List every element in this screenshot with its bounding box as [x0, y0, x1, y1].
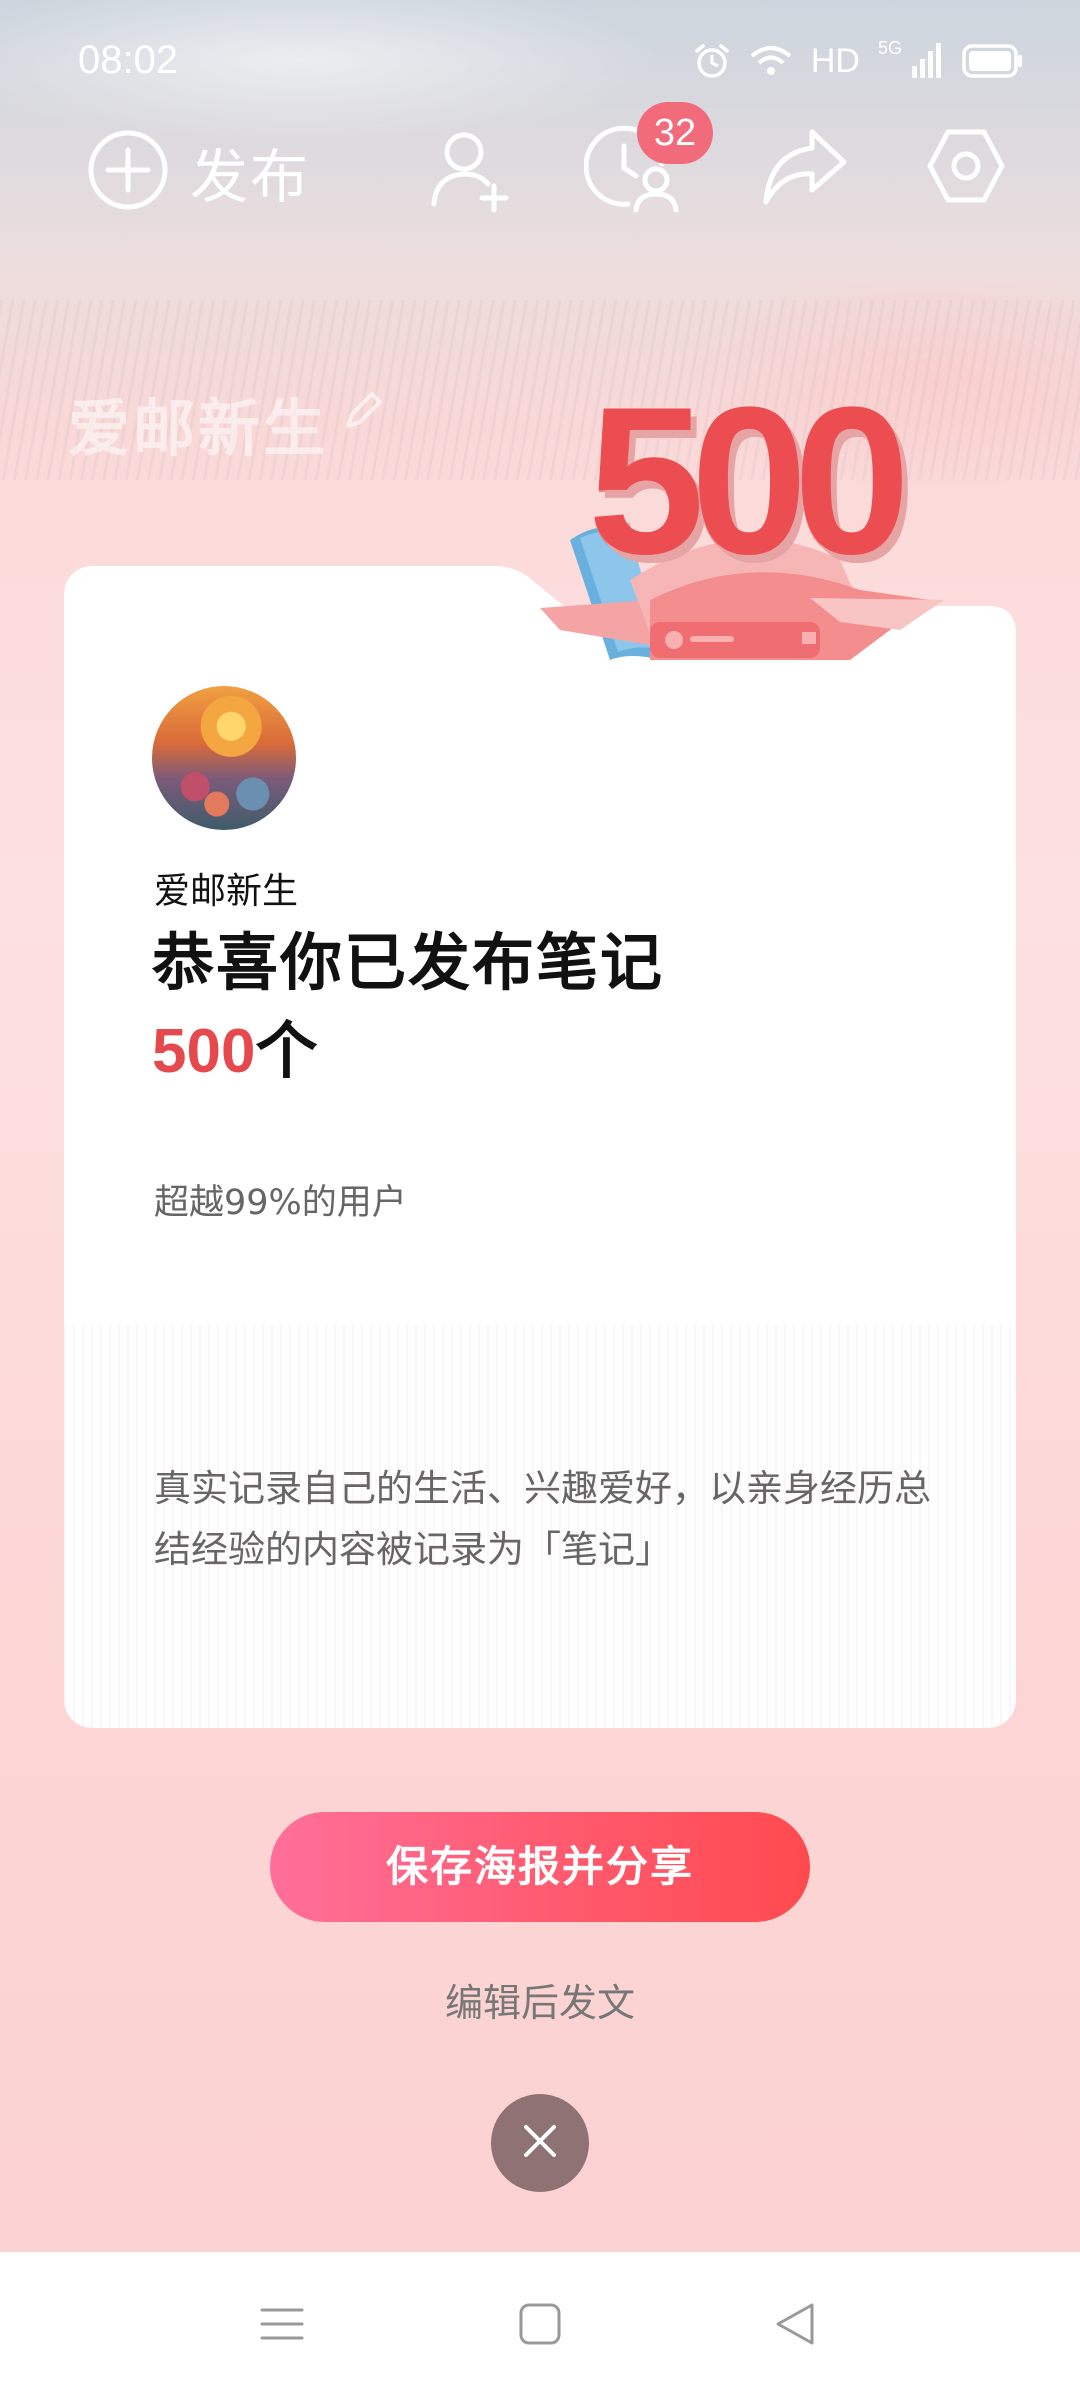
close-button[interactable]	[491, 2094, 589, 2192]
status-time: 08:02	[78, 38, 179, 82]
card-count-row: 500个	[152, 1000, 317, 1090]
publish-button[interactable]: 发布	[86, 128, 310, 216]
status-bar: 08:02 HD 5G	[0, 0, 1080, 120]
status-icons: HD 5G	[693, 38, 1024, 84]
publish-label: 发布	[190, 143, 311, 211]
trophy-number: 500	[588, 363, 910, 598]
alarm-icon	[693, 42, 731, 80]
home-icon[interactable]	[516, 2300, 564, 2352]
battery-icon	[962, 44, 1024, 78]
card-headline: 恭喜你已发布笔记	[152, 926, 665, 999]
share-icon[interactable]	[760, 124, 850, 212]
rank-text: 超越99%的用户	[154, 1183, 407, 1223]
network-generation: 5G	[877, 38, 902, 58]
achievement-card: 爱邮新生 恭喜你已发布笔记 500个 超越99%的用户 真实记录自己的生活、兴趣…	[64, 566, 1016, 1728]
plus-circle-icon	[86, 128, 170, 216]
system-nav-bar	[0, 2252, 1080, 2400]
card-username: 爱邮新生	[154, 871, 299, 912]
network-label: HD	[810, 41, 860, 80]
signal-icon	[910, 42, 944, 80]
profile-username: 爱邮新生	[68, 392, 329, 465]
count-unit: 个	[255, 1014, 318, 1087]
menu-icon[interactable]	[258, 2300, 306, 2352]
card-description: 真实记录自己的生活、兴趣爱好，以亲身经历总结经验的内容被记录为「笔记」	[154, 1467, 931, 1571]
close-icon	[520, 2121, 560, 2165]
trophy-badge: 500	[540, 360, 960, 680]
edit-pencil-icon[interactable]	[340, 388, 386, 438]
back-icon[interactable]	[772, 2300, 820, 2352]
wifi-icon	[749, 44, 793, 78]
save-and-share-button[interactable]: 保存海报并分享	[270, 1812, 810, 1922]
notification-badge: 32	[637, 102, 713, 164]
top-toolbar: 发布 32	[0, 102, 1080, 220]
note-count: 500	[152, 1017, 256, 1086]
add-friend-icon[interactable]	[428, 124, 512, 218]
settings-icon[interactable]	[924, 124, 1008, 212]
edit-before-post-link[interactable]: 编辑后发文	[0, 1972, 1080, 2027]
avatar	[152, 686, 296, 830]
